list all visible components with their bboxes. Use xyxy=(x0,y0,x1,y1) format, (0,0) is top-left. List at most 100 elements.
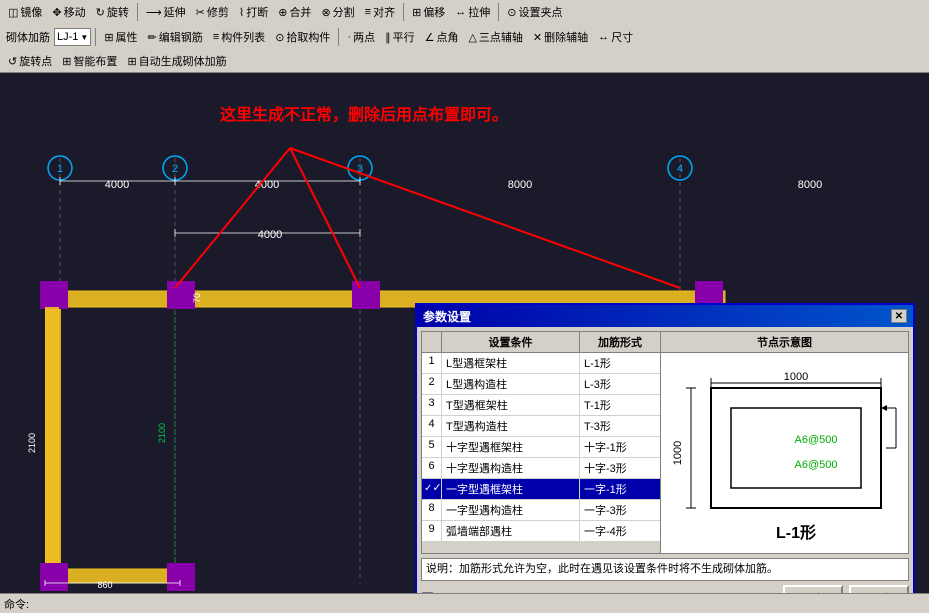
edit-rebar-button[interactable]: ✏ 编辑钢筋 xyxy=(144,27,207,47)
table-row[interactable]: 9弧墙端部遇柱一字-4形 xyxy=(422,521,660,542)
smart-layout-button[interactable]: ⊞ 智能布置 xyxy=(58,51,121,71)
batch-generate-checkbox[interactable] xyxy=(421,592,434,593)
angle-icon: ∠ xyxy=(425,31,435,44)
svg-text:860: 860 xyxy=(97,580,112,590)
separator-4 xyxy=(95,28,96,46)
parameter-dialog: 参数设置 ✕ 设置条件 加筋形式 1L型遇框架柱L-1形2L型遇构造柱L-3形3… xyxy=(415,303,915,593)
dialog-columns: 设置条件 加筋形式 1L型遇框架柱L-1形2L型遇构造柱L-3形3T型遇框架柱T… xyxy=(421,331,909,554)
table-row[interactable]: 2L型遇构造柱L-3形 xyxy=(422,374,660,395)
table-header: 设置条件 加筋形式 xyxy=(422,332,660,353)
dialog-title: 参数设置 xyxy=(423,308,471,325)
two-points-icon: · xyxy=(347,31,351,43)
rotate-point-icon: ↺ xyxy=(8,55,17,68)
col-header-num xyxy=(422,332,442,352)
dialog-titlebar: 参数设置 ✕ xyxy=(417,305,913,327)
break-button[interactable]: ⌇ 打断 xyxy=(235,2,272,22)
move-icon: ✥ xyxy=(52,6,61,19)
extend-button[interactable]: ⟶ 延伸 xyxy=(142,2,190,22)
table-row[interactable]: 5十字型遇框架柱十字-1形 xyxy=(422,437,660,458)
parallel-button[interactable]: ∥ 平行 xyxy=(381,27,419,47)
table-row[interactable]: 1L型遇框架柱L-1形 xyxy=(422,353,660,374)
row-condition-1: L型遇框架柱 xyxy=(442,353,580,373)
status-bar: 命令: xyxy=(0,593,929,613)
dimension-button[interactable]: ↔ 尺寸 xyxy=(594,27,637,47)
split-button[interactable]: ⊗ 分割 xyxy=(317,2,358,22)
separator-3 xyxy=(498,3,499,21)
table-row[interactable]: 6十字型遇构造柱十字-3形 xyxy=(422,458,660,479)
row-form-7: 一字-1形 xyxy=(580,479,660,499)
toolbar-row-1: ◫ 镜像 ✥ 移动 ↻ 旋转 ⟶ 延伸 ✂ 修剪 ⌇ 打断 ⊕ 合并 ⊗ xyxy=(0,0,929,24)
offset-button[interactable]: ⊞ 偏移 xyxy=(408,2,449,22)
stretch-button[interactable]: ↔ 拉伸 xyxy=(451,2,494,22)
svg-text:1: 1 xyxy=(57,163,63,175)
toolbar-row-3: ↺ 旋转点 ⊞ 智能布置 ⊞ 自动生成砌体加筋 xyxy=(0,50,929,72)
table-row[interactable]: 3T型遇框架柱T-1形 xyxy=(422,395,660,416)
table-body: 1L型遇框架柱L-1形2L型遇构造柱L-3形3T型遇框架柱T-1形4T型遇构造柱… xyxy=(422,353,660,542)
angle-button[interactable]: ∠ 点角 xyxy=(421,27,463,47)
combine-icon: ⊕ xyxy=(278,6,287,19)
dialog-bottom-bar: 整板生成 确定 取消 xyxy=(421,585,909,593)
dialog-close-button[interactable]: ✕ xyxy=(891,309,907,323)
svg-text:8000: 8000 xyxy=(508,179,532,191)
rotate-button[interactable]: ↻ 旋转 xyxy=(92,2,133,22)
split-icon: ⊗ xyxy=(321,6,330,19)
component-list-button[interactable]: ≡ 构件列表 xyxy=(209,27,269,47)
cancel-button[interactable]: 取消 xyxy=(849,585,909,593)
separator-5 xyxy=(338,28,339,46)
break-icon: ⌇ xyxy=(239,6,244,19)
svg-text:4000: 4000 xyxy=(258,229,282,241)
row-condition-7: 一字型遇框架柱 xyxy=(442,479,580,499)
component-type-label: 砌体加筋 xyxy=(4,29,52,45)
offset-icon: ⊞ xyxy=(412,6,421,19)
table-row[interactable]: 4T型遇构造柱T-3形 xyxy=(422,416,660,437)
batch-generate-label[interactable]: 整板生成 xyxy=(421,591,481,593)
mirror-icon: ◫ xyxy=(8,6,18,19)
delete-aux-button[interactable]: ✕ 删除辅轴 xyxy=(529,27,592,47)
status-text: 命令: xyxy=(4,596,29,612)
parallel-icon: ∥ xyxy=(385,31,391,44)
component-list-icon: ≡ xyxy=(213,31,219,43)
ok-button[interactable]: 确定 xyxy=(783,585,843,593)
row-num-9: 9 xyxy=(422,521,442,541)
col-header-condition: 设置条件 xyxy=(442,332,580,352)
component-combo[interactable]: LJ-1 ▼ xyxy=(54,28,91,46)
rotate-point-button[interactable]: ↺ 旋转点 xyxy=(4,51,56,71)
preview-title: 节点示意图 xyxy=(661,332,908,353)
setpoint-icon: ⊙ xyxy=(507,6,516,19)
preview-svg: 1000 1000 xyxy=(661,353,908,553)
mirror-button[interactable]: ◫ 镜像 xyxy=(4,2,46,22)
table-row[interactable]: 8一字型遇构造柱一字-3形 xyxy=(422,500,660,521)
svg-text:8000: 8000 xyxy=(798,179,822,191)
three-points-button[interactable]: △ 三点辅轴 xyxy=(464,27,526,47)
row-form-1: L-1形 xyxy=(580,353,660,373)
trim-button[interactable]: ✂ 修剪 xyxy=(192,2,233,22)
stretch-icon: ↔ xyxy=(455,6,466,18)
settings-table: 设置条件 加筋形式 1L型遇框架柱L-1形2L型遇构造柱L-3形3T型遇框架柱T… xyxy=(421,331,661,554)
table-row[interactable]: ✓一字型遇框架柱一字-1形 xyxy=(422,479,660,500)
main-canvas-area: 1 2 3 4 4000 4000 8000 8000 4000 70 2100 xyxy=(0,73,929,593)
align-icon: ≡ xyxy=(365,6,371,18)
property-button[interactable]: ⊞ 属性 xyxy=(100,27,141,47)
row-form-4: T-3形 xyxy=(580,416,660,436)
combo-value: LJ-1 xyxy=(57,31,78,43)
move-button[interactable]: ✥ 移动 xyxy=(48,2,89,22)
property-icon: ⊞ xyxy=(104,31,113,44)
pick-component-button[interactable]: ⊙ 拾取构件 xyxy=(271,27,334,47)
row-num-2: 2 xyxy=(422,374,442,394)
three-points-icon: △ xyxy=(468,31,476,44)
separator-2 xyxy=(403,3,404,21)
svg-text:A6@500: A6@500 xyxy=(795,459,838,471)
row-form-6: 十字-3形 xyxy=(580,458,660,478)
setpoint-button[interactable]: ⊙ 设置夹点 xyxy=(503,2,566,22)
row-condition-5: 十字型遇框架柱 xyxy=(442,437,580,457)
mirror-label: 镜像 xyxy=(20,4,42,20)
dimension-icon: ↔ xyxy=(598,31,609,43)
row-num-5: 5 xyxy=(422,437,442,457)
two-points-button[interactable]: · 两点 xyxy=(343,27,379,47)
auto-generate-button[interactable]: ⊞ 自动生成砌体加筋 xyxy=(123,51,230,71)
align-button[interactable]: ≡ 对齐 xyxy=(361,2,399,22)
pick-component-icon: ⊙ xyxy=(275,31,284,44)
row-num-3: 3 xyxy=(422,395,442,415)
combine-button[interactable]: ⊕ 合并 xyxy=(274,2,315,22)
combo-arrow-icon: ▼ xyxy=(80,33,88,42)
